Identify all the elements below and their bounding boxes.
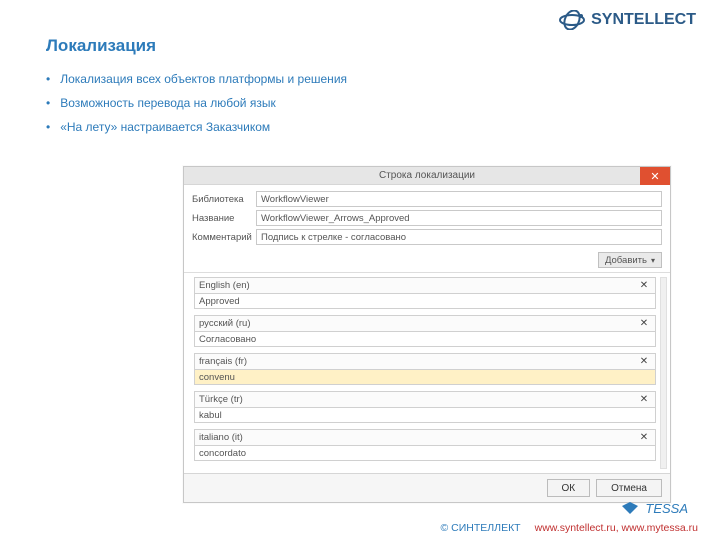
close-button[interactable]: ✕ — [640, 167, 670, 185]
slide-footer: © СИНТЕЛЛЕКТ www.syntellect.ru, www.myte… — [441, 522, 699, 534]
add-button-label: Добавить — [605, 255, 647, 266]
remove-lang-button[interactable]: ✕ — [637, 432, 651, 443]
bullet-item: «На лету» настраивается Заказчиком — [46, 120, 347, 134]
brand-icon — [559, 10, 585, 30]
scrollbar[interactable] — [660, 277, 667, 469]
comment-label: Комментарий — [192, 232, 256, 243]
tessa-name: TESSA — [645, 501, 688, 516]
lang-block-tr: Türkçe (tr) ✕ — [194, 391, 656, 423]
lang-name: русский (ru) — [199, 318, 637, 329]
page-title: Локализация — [46, 36, 156, 56]
remove-lang-button[interactable]: ✕ — [637, 356, 651, 367]
ok-button[interactable]: ОК — [547, 479, 591, 497]
lang-value-input[interactable] — [194, 445, 656, 461]
lang-value-input[interactable] — [194, 331, 656, 347]
remove-lang-button[interactable]: ✕ — [637, 394, 651, 405]
lang-name: English (en) — [199, 280, 637, 291]
bullet-list: Локализация всех объектов платформы и ре… — [46, 72, 347, 144]
localization-dialog: Строка локализации ✕ Библиотека Название… — [183, 166, 671, 503]
brand-logo: SYNTELLECT — [559, 10, 696, 30]
library-input[interactable] — [256, 191, 662, 207]
lang-value-input[interactable] — [194, 293, 656, 309]
tessa-logo: TESSA — [621, 500, 688, 516]
remove-lang-button[interactable]: ✕ — [637, 280, 651, 291]
chevron-down-icon: ▾ — [651, 256, 655, 265]
lang-name: Türkçe (tr) — [199, 394, 637, 405]
footer-urls: www.syntellect.ru, www.mytessa.ru — [535, 522, 698, 534]
lang-name: italiano (it) — [199, 432, 637, 443]
remove-lang-button[interactable]: ✕ — [637, 318, 651, 329]
lang-name: français (fr) — [199, 356, 637, 367]
brand-name: SYNTELLECT — [591, 11, 696, 29]
lang-block-en: English (en) ✕ — [194, 277, 656, 309]
copyright: © СИНТЕЛЛЕКТ — [441, 522, 521, 534]
dialog-title: Строка локализации — [379, 170, 475, 181]
lang-block-it: italiano (it) ✕ — [194, 429, 656, 461]
close-icon: ✕ — [650, 170, 659, 183]
dialog-titlebar: Строка локализации ✕ — [184, 167, 670, 185]
add-button[interactable]: Добавить ▾ — [598, 252, 662, 268]
tessa-icon — [621, 500, 639, 516]
lang-block-fr: français (fr) ✕ — [194, 353, 656, 385]
dialog-footer: ОК Отмена — [184, 473, 670, 502]
cancel-button[interactable]: Отмена — [596, 479, 662, 497]
bullet-item: Возможность перевода на любой язык — [46, 96, 347, 110]
dialog-header-form: Библиотека Название Комментарий — [184, 185, 670, 250]
bullet-item: Локализация всех объектов платформы и ре… — [46, 72, 347, 86]
lang-value-input[interactable] — [194, 369, 656, 385]
language-list: English (en) ✕ русский (ru) ✕ français (… — [184, 272, 670, 473]
comment-input[interactable] — [256, 229, 662, 245]
name-label: Название — [192, 213, 256, 224]
library-label: Библиотека — [192, 194, 256, 205]
lang-block-ru: русский (ru) ✕ — [194, 315, 656, 347]
lang-value-input[interactable] — [194, 407, 656, 423]
name-input[interactable] — [256, 210, 662, 226]
